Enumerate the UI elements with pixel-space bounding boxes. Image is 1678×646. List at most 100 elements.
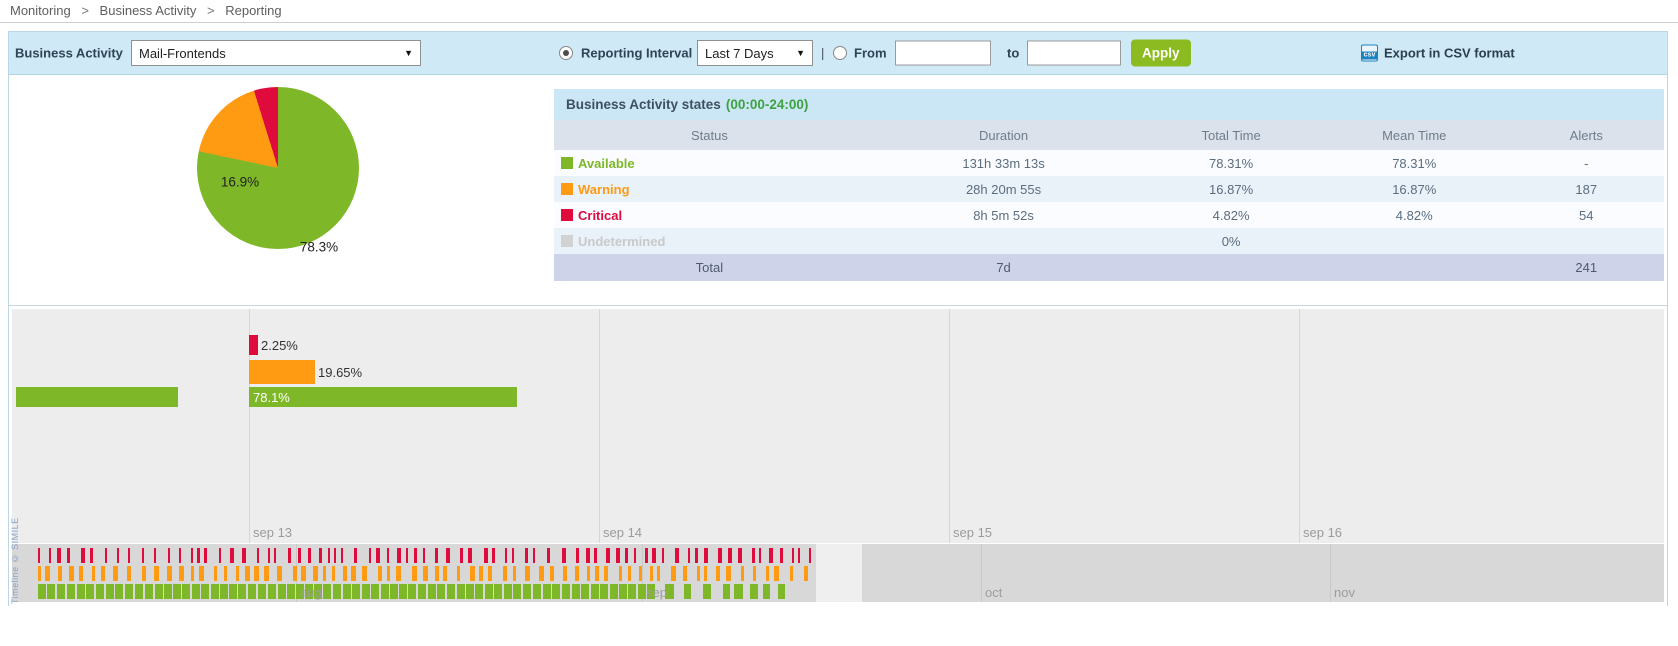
timeline-day-gridline: [1299, 309, 1300, 543]
from-label: From: [854, 46, 887, 61]
timeline-panel: sep 13sep 14sep 15sep 162.25%19.65%78.1%…: [9, 305, 1667, 608]
status-label: Warning: [578, 182, 630, 197]
status-label: Critical: [578, 208, 622, 223]
overview-event-tick-warning: [804, 566, 808, 581]
overview-event-tick-available: [628, 584, 636, 599]
overview-event-tick-critical: [505, 548, 507, 563]
timeline-day-label: sep 15: [953, 525, 992, 540]
pie-label-warning: 16.9%: [221, 175, 259, 190]
overview-event-tick-available: [96, 584, 104, 599]
overview-event-tick-warning: [58, 566, 62, 581]
overview-event-tick-available: [581, 584, 589, 599]
overview-event-tick-critical: [718, 548, 722, 563]
overview-event-tick-critical: [204, 548, 207, 563]
overview-event-tick-critical: [688, 548, 690, 563]
col-status: Status: [554, 128, 865, 143]
overview-event-tick-critical: [288, 548, 291, 563]
availability-pie-chart: [197, 87, 359, 249]
from-date-input[interactable]: [895, 41, 991, 66]
overview-event-tick-critical: [257, 548, 259, 563]
reporting-interval-radio[interactable]: [559, 46, 573, 60]
overview-event-tick-critical: [625, 548, 628, 563]
overview-event-tick-available: [437, 584, 445, 599]
states-table-header: Status Duration Total Time Mean Time Ale…: [554, 120, 1664, 150]
overview-event-tick-available: [115, 584, 123, 599]
overview-event-tick-available: [201, 584, 209, 599]
overview-event-tick-critical: [792, 548, 794, 563]
overview-event-tick-critical: [533, 548, 535, 563]
custom-range-radio[interactable]: [833, 46, 847, 60]
to-date-input[interactable]: [1027, 41, 1121, 66]
timeline-day-gridline: [949, 309, 950, 543]
overview-event-tick-warning: [245, 566, 250, 581]
overview-event-tick-critical: [634, 548, 636, 563]
overview-event-tick-critical: [298, 548, 301, 563]
overview-event-tick-available: [572, 584, 580, 599]
breadcrumb-item-monitoring[interactable]: Monitoring: [10, 3, 71, 18]
interval-select[interactable]: Last 7 Days ▼: [697, 40, 813, 66]
overview-event-tick-critical: [387, 548, 389, 563]
overview-event-tick-critical: [354, 548, 357, 563]
to-label: to: [1007, 46, 1019, 61]
overview-event-tick-warning: [619, 566, 622, 581]
business-activity-label: Business Activity: [15, 46, 123, 61]
table-row-warning: Warning 28h 20m 55s 16.87% 16.87% 187: [554, 176, 1664, 202]
overview-event-tick-available: [408, 584, 416, 599]
breadcrumb-item-business-activity[interactable]: Business Activity: [100, 3, 197, 18]
overview-event-tick-available: [323, 584, 331, 599]
overview-event-tick-warning: [525, 566, 530, 581]
table-row-undetermined: Undetermined 0%: [554, 228, 1664, 254]
overview-event-tick-critical: [154, 548, 156, 563]
table-row-critical: Critical 8h 5m 52s 4.82% 4.82% 54: [554, 202, 1664, 228]
overview-event-tick-critical: [319, 548, 322, 563]
overview-event-tick-warning: [563, 566, 567, 581]
overview-visible-window: [816, 544, 862, 602]
overview-event-tick-warning: [503, 566, 507, 581]
timeline-overview-band[interactable]: augsepoctnov: [12, 544, 1664, 602]
overview-event-tick-warning: [351, 566, 356, 581]
overview-event-tick-available: [485, 584, 493, 599]
chevron-down-icon: ▼: [796, 48, 805, 58]
overview-event-tick-warning: [412, 566, 417, 581]
overview-event-tick-available: [475, 584, 483, 599]
overview-event-tick-critical: [128, 548, 130, 563]
overview-event-tick-available: [258, 584, 266, 599]
status-swatch-undetermined: [561, 235, 573, 247]
overview-event-tick-critical: [752, 548, 755, 563]
overview-event-tick-available: [333, 584, 341, 599]
overview-event-tick-critical: [90, 548, 93, 563]
breadcrumb-item-reporting[interactable]: Reporting: [225, 3, 281, 18]
overview-event-tick-available: [106, 584, 114, 599]
overview-event-tick-warning: [697, 566, 700, 581]
breadcrumb: Monitoring > Business Activity > Reporti…: [10, 3, 282, 18]
cell-duration: 28h 20m 55s: [865, 182, 1143, 197]
overview-event-tick-critical: [662, 548, 664, 563]
overview-event-tick-warning: [753, 566, 756, 581]
status-label: Available: [578, 156, 635, 171]
overview-event-tick-critical: [197, 548, 200, 563]
overview-event-tick-warning: [479, 566, 483, 581]
timeline-main-band[interactable]: sep 13sep 14sep 15sep 162.25%19.65%78.1%: [12, 309, 1664, 543]
overview-event-tick-warning: [323, 566, 326, 581]
overview-event-tick-critical: [645, 548, 648, 563]
business-activity-select[interactable]: Mail-Frontends ▼: [131, 40, 421, 66]
overview-event-tick-critical: [492, 548, 495, 563]
overview-event-tick-available: [145, 584, 153, 599]
overview-event-tick-warning: [470, 566, 475, 581]
timeline-attribution: Timeline © SIMILE: [10, 474, 20, 604]
export-csv-link[interactable]: csv Export in CSV format: [1361, 45, 1515, 62]
overview-event-tick-warning: [343, 566, 347, 581]
cell-duration: 131h 33m 13s: [865, 156, 1143, 171]
overview-event-tick-available: [86, 584, 94, 599]
overview-event-tick-warning: [639, 566, 642, 581]
overview-event-tick-warning: [69, 566, 74, 581]
timeline-bar-label: 78.1%: [253, 390, 290, 405]
overview-event-tick-critical: [38, 548, 40, 563]
overview-event-tick-available: [513, 584, 521, 599]
overview-event-tick-critical: [308, 548, 311, 563]
cell-alerts: 187: [1509, 182, 1664, 197]
cell-mean-time: 16.87%: [1320, 182, 1509, 197]
apply-button[interactable]: Apply: [1131, 40, 1191, 67]
overview-event-tick-warning: [704, 566, 707, 581]
timeline-bar-critical: [249, 335, 258, 355]
